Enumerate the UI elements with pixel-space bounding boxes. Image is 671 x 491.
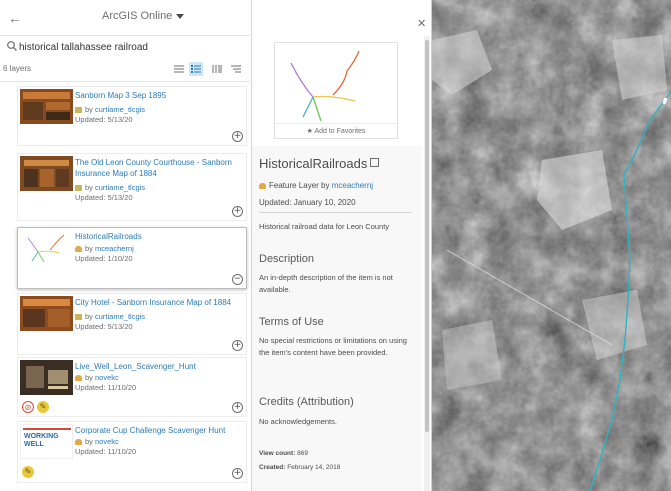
- search-bar: [0, 36, 252, 58]
- feature-layer-icon: [75, 246, 82, 253]
- filter-icon[interactable]: [229, 62, 243, 76]
- list-icon[interactable]: [189, 62, 203, 76]
- owner-link[interactable]: novekc: [95, 373, 119, 382]
- terms-heading: Terms of Use: [259, 316, 324, 328]
- item-title[interactable]: Live_Well_Leon_Scavenger_Hunt: [75, 361, 245, 372]
- arrow-left-icon: ←: [8, 10, 22, 26]
- feature-layer-icon: [75, 375, 82, 382]
- result-card[interactable]: Sanborn Map 3 Sep 1895 by curtiame_tlcgi…: [17, 86, 247, 146]
- item-updated: Updated: 5/13/20: [75, 322, 133, 331]
- created-date: Created: February 14, 2018: [259, 464, 341, 471]
- item-thumbnail: [20, 230, 73, 265]
- item-owner: by mceachernj: [75, 244, 134, 253]
- layer-package-icon: [75, 314, 82, 321]
- layer-package-icon: [75, 185, 82, 192]
- divider: [259, 212, 412, 213]
- item-updated: Updated: January 10, 2020: [259, 198, 356, 207]
- item-updated: Updated: 11/10/20: [75, 383, 137, 392]
- thumbnail-text: WORKING WELL: [24, 433, 59, 448]
- railroads-preview-map: [290, 50, 360, 122]
- item-details-panel: ✕ ★ Add to Favorites HistoricalRailroads…: [252, 0, 432, 491]
- result-card[interactable]: The Old Leon County Courthouse - Sanborn…: [17, 153, 247, 221]
- source-dropdown-label: ArcGIS Online: [102, 10, 173, 22]
- item-title[interactable]: City Hotel - Sanborn Insurance Map of 18…: [75, 297, 245, 308]
- browse-layers-panel: ← ArcGIS Online 6 layers: [0, 0, 252, 491]
- item-title[interactable]: The Old Leon County Courthouse - Sanborn…: [75, 157, 245, 179]
- add-layer-button[interactable]: +: [232, 131, 243, 142]
- item-title[interactable]: HistoricalRailroads: [75, 231, 245, 242]
- terms-text: No special restrictions or limitations o…: [259, 336, 407, 357]
- owner-link[interactable]: mceachernj: [95, 244, 134, 253]
- search-input[interactable]: [19, 39, 244, 55]
- result-card[interactable]: Live_Well_Leon_Scavenger_Hunt by novekc …: [17, 357, 247, 417]
- result-card-selected[interactable]: HistoricalRailroads by mceachernj Update…: [17, 227, 247, 289]
- sort-icon[interactable]: [172, 62, 186, 76]
- item-updated: Updated: 5/13/20: [75, 193, 133, 202]
- item-thumbnail: [20, 89, 73, 124]
- item-owner: by curtiame_tlcgis: [75, 183, 145, 192]
- add-to-favorites-button[interactable]: ★ Add to Favorites: [275, 123, 397, 138]
- owner-link[interactable]: curtiame_tlcgis: [95, 312, 145, 321]
- item-type: Feature Layer by mceachernj: [259, 181, 373, 190]
- description-heading: Description: [259, 253, 315, 265]
- owner-link[interactable]: curtiame_tlcgis: [95, 183, 145, 192]
- item-owner: by novekc: [75, 437, 119, 446]
- item-title[interactable]: Sanborn Map 3 Sep 1895: [75, 90, 245, 101]
- item-owner: by novekc: [75, 373, 119, 382]
- open-external-icon[interactable]: [370, 158, 380, 167]
- feature-layer-icon: [75, 439, 82, 446]
- aerial-imagery: [432, 0, 671, 491]
- item-summary: Historical railroad data for Leon County: [259, 222, 390, 231]
- source-dropdown[interactable]: ArcGIS Online: [102, 10, 185, 22]
- item-title[interactable]: Corporate Cup Challenge Scavenger Hunt: [75, 425, 245, 436]
- star-icon: ★: [306, 128, 313, 135]
- owner-link[interactable]: novekc: [95, 437, 119, 446]
- compact-list-icon[interactable]: [210, 62, 224, 76]
- item-thumbnail: [20, 360, 73, 395]
- item-thumbnail: [20, 296, 73, 331]
- view-count: View count: 869: [259, 450, 309, 457]
- item-title-heading: HistoricalRailroads: [259, 156, 380, 171]
- results-toolbar: 6 layers: [0, 58, 252, 82]
- close-button[interactable]: ✕: [417, 17, 426, 30]
- edit-pencil-icon: ✎: [37, 401, 49, 413]
- panel-header: ← ArcGIS Online: [0, 0, 252, 36]
- scrollbar-thumb[interactable]: [425, 40, 429, 432]
- feature-layer-icon: [259, 182, 266, 189]
- item-preview: ★ Add to Favorites: [274, 42, 398, 139]
- map-view[interactable]: [432, 0, 671, 491]
- owner-link[interactable]: curtiame_tlcgis: [95, 105, 145, 114]
- item-updated: Updated: 1/10/20: [75, 254, 133, 263]
- credits-text: No acknowledgements.: [259, 417, 337, 426]
- not-available-icon: ⊘: [22, 401, 34, 413]
- item-details: HistoricalRailroads Feature Layer by mce…: [252, 146, 422, 491]
- close-icon: ✕: [417, 17, 427, 30]
- credits-heading: Credits (Attribution): [259, 396, 354, 408]
- layer-count: 6 layers: [3, 64, 32, 73]
- item-thumbnail: WORKING WELL: [20, 424, 73, 459]
- result-card[interactable]: WORKING WELL Corporate Cup Challenge Sca…: [17, 421, 247, 483]
- result-card[interactable]: City Hotel - Sanborn Insurance Map of 18…: [17, 293, 247, 355]
- add-layer-button[interactable]: +: [232, 468, 243, 479]
- search-icon: [7, 41, 17, 51]
- app-window: ← ArcGIS Online 6 layers: [0, 0, 671, 491]
- description-text: An in-depth description of the item is n…: [259, 273, 393, 294]
- owner-link[interactable]: mceachernj: [332, 181, 373, 190]
- add-layer-button[interactable]: +: [232, 206, 243, 217]
- edit-pencil-icon: ✎: [22, 466, 34, 478]
- add-layer-button[interactable]: +: [232, 402, 243, 413]
- add-layer-button[interactable]: +: [232, 340, 243, 351]
- caret-down-icon: [176, 13, 185, 19]
- item-thumbnail: [20, 156, 73, 191]
- results-list: Sanborn Map 3 Sep 1895 by curtiame_tlcgi…: [0, 82, 252, 491]
- item-owner: by curtiame_tlcgis: [75, 312, 145, 321]
- back-button[interactable]: ←: [8, 10, 24, 26]
- item-updated: Updated: 11/10/20: [75, 447, 137, 456]
- remove-layer-button[interactable]: −: [232, 274, 243, 285]
- item-updated: Updated: 5/13/20: [75, 115, 133, 124]
- layer-package-icon: [75, 107, 82, 114]
- item-owner: by curtiame_tlcgis: [75, 105, 145, 114]
